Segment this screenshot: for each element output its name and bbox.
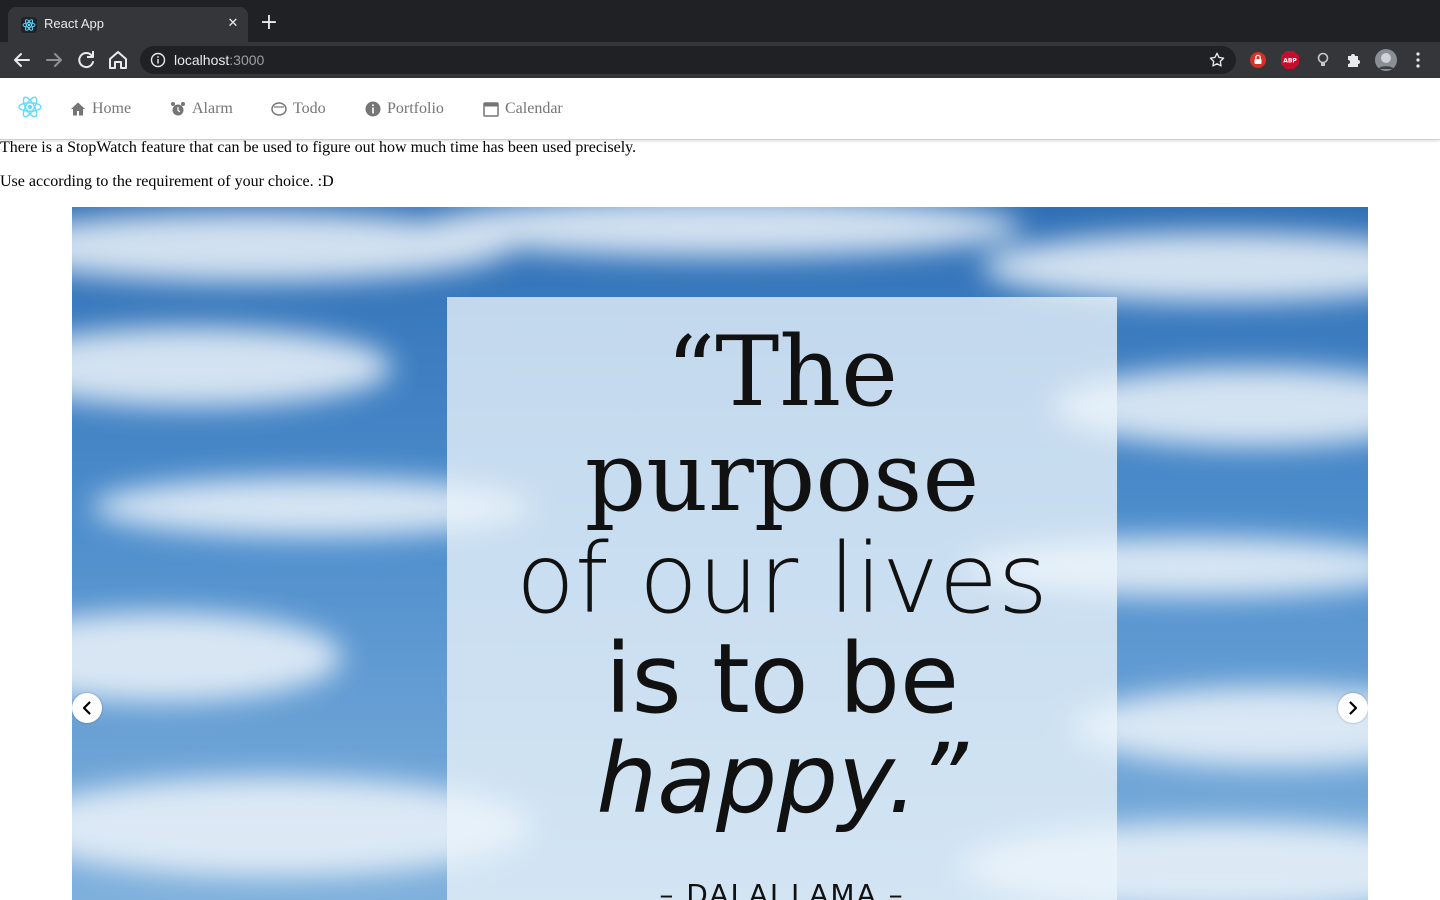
bookmark-star-icon[interactable] bbox=[1208, 51, 1226, 69]
abp-label: ABP bbox=[1283, 58, 1297, 65]
quote-line-2: purpose bbox=[584, 421, 980, 533]
adblock-extension-icon[interactable]: ABP bbox=[1280, 50, 1300, 70]
browser-tab[interactable]: React App ✕ bbox=[8, 7, 248, 42]
chevron-left-icon bbox=[82, 701, 91, 715]
tab-close-icon[interactable]: ✕ bbox=[224, 15, 242, 33]
browser-toolbar: localhost:3000 ABP bbox=[0, 42, 1440, 78]
nav-alarm[interactable]: Alarm bbox=[170, 98, 233, 120]
lightbulb-extension-icon[interactable] bbox=[1313, 50, 1333, 70]
portfolio-icon bbox=[365, 101, 381, 117]
browser-tab-strip: React App ✕ + bbox=[0, 0, 1440, 42]
nav-alarm-label: Alarm bbox=[192, 100, 233, 117]
nav-home[interactable]: Home bbox=[70, 98, 131, 120]
site-info-icon[interactable] bbox=[150, 52, 166, 68]
nav-portfolio[interactable]: Portfolio bbox=[365, 98, 444, 120]
nav-calendar[interactable]: Calendar bbox=[483, 98, 563, 120]
reload-icon[interactable] bbox=[74, 48, 98, 72]
stopwatch-description: There is a StopWatch feature that can be… bbox=[0, 139, 637, 156]
home-icon bbox=[71, 102, 85, 116]
quote-author: – DALAI LAMA – bbox=[659, 878, 905, 900]
chrome-menu-icon[interactable] bbox=[1408, 50, 1428, 70]
nav-todo-label: Todo bbox=[293, 100, 326, 117]
chevron-right-icon bbox=[1349, 701, 1358, 715]
back-arrow-icon[interactable] bbox=[10, 48, 34, 72]
carousel-next-button[interactable] bbox=[1338, 693, 1368, 723]
quote-line-3: of our lives bbox=[516, 523, 1048, 635]
profile-avatar[interactable] bbox=[1374, 48, 1398, 72]
quote-line-1: “The bbox=[666, 316, 898, 428]
alarm-icon bbox=[171, 102, 185, 116]
react-logo-icon[interactable] bbox=[17, 94, 43, 120]
quote-line-5: happy.” bbox=[596, 723, 968, 835]
carousel-prev-button[interactable] bbox=[72, 693, 102, 723]
home-browser-icon[interactable] bbox=[106, 48, 130, 72]
url-text: localhost:3000 bbox=[174, 52, 265, 68]
app-navbar: Home Alarm Todo Portfolio Calendar bbox=[0, 78, 1440, 140]
usage-note: Use according to the requirement of your… bbox=[0, 173, 334, 190]
address-bar[interactable]: localhost:3000 bbox=[140, 46, 1236, 74]
quote-carousel: “The purpose of our lives is to be happy… bbox=[72, 207, 1368, 900]
nav-todo[interactable]: Todo bbox=[271, 98, 326, 120]
nav-calendar-label: Calendar bbox=[505, 100, 563, 117]
nav-home-label: Home bbox=[92, 100, 132, 117]
new-tab-button[interactable]: + bbox=[258, 12, 280, 34]
react-favicon-icon bbox=[21, 17, 37, 33]
calendar-icon bbox=[483, 102, 499, 117]
tab-title: React App bbox=[44, 16, 104, 31]
lock-extension-icon[interactable] bbox=[1248, 50, 1268, 70]
nav-portfolio-label: Portfolio bbox=[387, 100, 444, 117]
extensions-puzzle-icon[interactable] bbox=[1344, 50, 1364, 70]
forward-arrow-icon[interactable] bbox=[42, 48, 66, 72]
todo-icon bbox=[271, 102, 287, 116]
quote-line-4: is to be bbox=[604, 623, 960, 735]
quote-card: “The purpose of our lives is to be happy… bbox=[447, 297, 1117, 900]
